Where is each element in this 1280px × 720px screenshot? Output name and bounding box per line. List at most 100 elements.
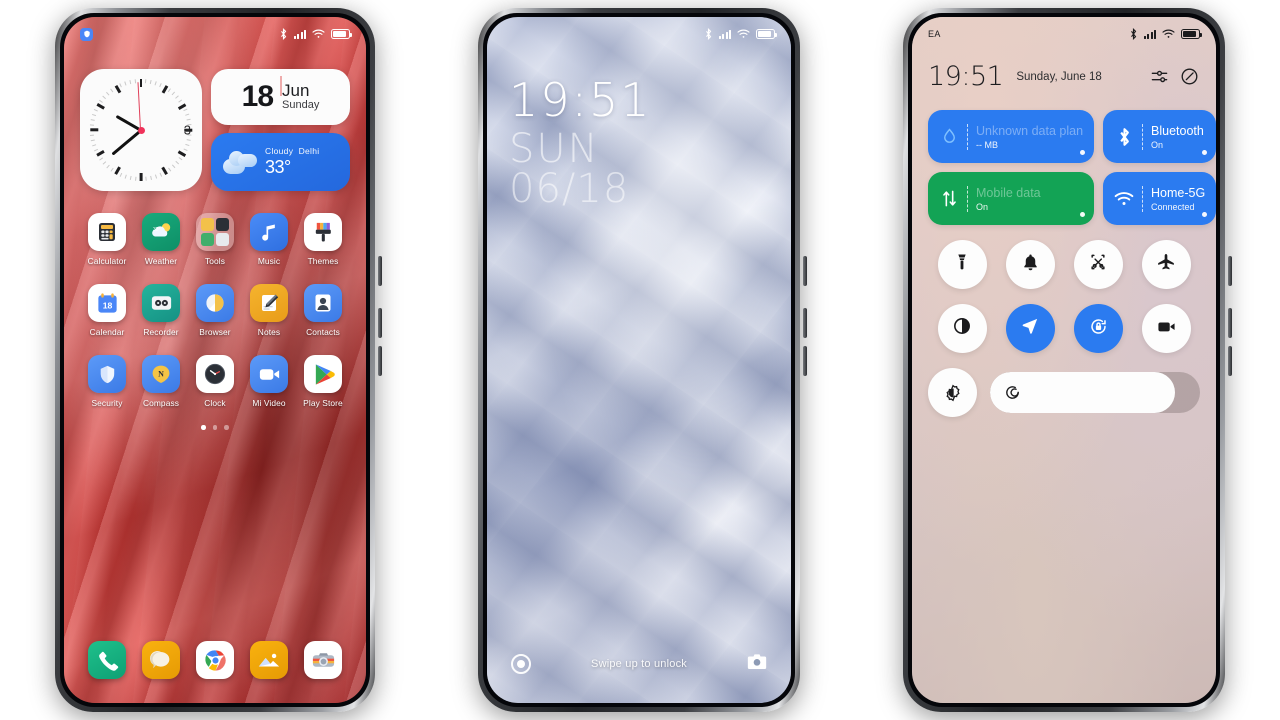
- app-notes[interactable]: Notes: [242, 284, 296, 337]
- page-indicator-dots[interactable]: [80, 425, 350, 430]
- home-widgets: 3 18 Jun Sunday Cloudy Delhi 33°: [80, 69, 350, 191]
- power-button[interactable]: [803, 256, 807, 286]
- compass-icon: N: [142, 355, 180, 393]
- app-play-store[interactable]: Play Store: [296, 355, 350, 408]
- volume-down-button[interactable]: [1228, 346, 1232, 376]
- app-compass[interactable]: N Compass: [134, 355, 188, 408]
- power-button[interactable]: [1228, 256, 1232, 286]
- bluetooth-tile[interactable]: Bluetooth On: [1103, 110, 1216, 163]
- lock-date: 06/18: [509, 166, 630, 212]
- svg-text:18: 18: [102, 300, 112, 310]
- brightness-ring-icon: [1003, 384, 1021, 402]
- mobile-data-tile[interactable]: Mobile data On: [928, 172, 1095, 225]
- app-calculator[interactable]: Calculator: [80, 213, 134, 266]
- security-shield-icon: [80, 27, 93, 41]
- app-security[interactable]: Security: [80, 355, 134, 408]
- three-phone-showcase: 3 18 Jun Sunday Cloudy Delhi 33° Calcula…: [0, 0, 1280, 720]
- app-label: Recorder: [143, 327, 179, 337]
- contacts-person-icon: [304, 284, 342, 322]
- page-dot-2[interactable]: [212, 425, 218, 430]
- tile-divider: [1142, 185, 1144, 212]
- app-label: Security: [91, 398, 123, 408]
- calendar-icon: 18: [88, 284, 126, 322]
- page-dot-1[interactable]: [201, 425, 206, 430]
- screenshot-scissors-icon: [1088, 252, 1108, 277]
- date-widget[interactable]: 18 Jun Sunday: [211, 69, 350, 125]
- svg-text:33°: 33°: [153, 227, 161, 233]
- app-grid: Calculator 33° Weather Tools Music Themes 18 Ca…: [80, 213, 350, 408]
- weather-icon: 33°: [142, 213, 180, 251]
- wifi-tile[interactable]: Home-5G Connected: [1103, 172, 1216, 225]
- app-label: Notes: [257, 327, 281, 337]
- dark-mode-toggle[interactable]: [937, 304, 987, 353]
- volume-down-button[interactable]: [803, 346, 807, 376]
- tile-title: Home-5G: [1151, 185, 1206, 200]
- data-usage-tile[interactable]: Unknown data plan -- MB: [928, 110, 1095, 163]
- app-clock[interactable]: Clock: [188, 355, 242, 408]
- airplane-mode-toggle[interactable]: [1141, 240, 1191, 289]
- carrier-label: EA: [928, 29, 941, 39]
- app-contacts[interactable]: Contacts: [296, 284, 350, 337]
- weather-widget[interactable]: Cloudy Delhi 33°: [211, 133, 350, 191]
- analog-clock-widget[interactable]: 3: [80, 69, 202, 191]
- app-recorder[interactable]: Recorder: [134, 284, 188, 337]
- phone-control-center: EA 19:51 Sunday, June 18 Unknown data pl…: [903, 8, 1232, 712]
- cc-brightness-row: [928, 368, 1200, 417]
- app-music[interactable]: Music: [242, 213, 296, 266]
- lock-swipe-hint: Swipe up to unlock: [591, 658, 687, 670]
- lock-status-bar: [487, 17, 791, 51]
- app-weather[interactable]: 33° Weather: [134, 213, 188, 266]
- volume-up-button[interactable]: [378, 308, 382, 338]
- bell-icon: [1021, 252, 1040, 277]
- clock-hour-label: 3: [183, 122, 191, 138]
- security-shield-icon: [88, 355, 126, 393]
- app-label: Compass: [142, 398, 180, 408]
- brightness-auto-icon[interactable]: [928, 368, 977, 417]
- tile-divider: [967, 123, 968, 150]
- app-label: Play Store: [303, 398, 343, 408]
- power-button[interactable]: [378, 256, 382, 286]
- auto-rotate-toggle[interactable]: [1073, 304, 1123, 353]
- screen-recorder-toggle[interactable]: [1141, 304, 1191, 353]
- tile-divider: [1142, 123, 1144, 150]
- volume-down-button[interactable]: [378, 346, 382, 376]
- tile-subtitle: -- MB: [976, 139, 998, 150]
- settings-sliders-icon[interactable]: [1148, 66, 1170, 88]
- location-toggle[interactable]: [1005, 304, 1055, 353]
- tools-folder-icon: [196, 213, 234, 251]
- date-day-number: 18: [241, 80, 274, 113]
- tile-subtitle: On: [1151, 139, 1164, 150]
- camera-icon[interactable]: [747, 653, 767, 675]
- brightness-slider[interactable]: [990, 372, 1200, 413]
- screenshot-toggle[interactable]: [1073, 240, 1123, 289]
- app-themes[interactable]: Themes: [296, 213, 350, 266]
- bluetooth-icon: [704, 28, 713, 40]
- bluetooth-icon: [279, 28, 288, 40]
- tile-title: Mobile data: [976, 185, 1041, 200]
- flashlight-toggle[interactable]: [937, 240, 987, 289]
- signal-bars-icon: [719, 29, 731, 39]
- signal-bars-icon: [294, 29, 306, 39]
- video-camera-icon: [250, 355, 288, 393]
- app-browser[interactable]: Browser: [188, 284, 242, 337]
- edit-toggles-icon[interactable]: [1178, 66, 1200, 88]
- rotation-lock-icon: [1088, 316, 1109, 342]
- app-tools[interactable]: Tools: [188, 213, 242, 266]
- volume-up-button[interactable]: [1228, 308, 1232, 338]
- app-label: Mi Video: [252, 398, 286, 408]
- cc-header: 19:51 Sunday, June 18: [928, 61, 1200, 92]
- app-mi-video[interactable]: Mi Video: [242, 355, 296, 408]
- cc-tiles: Unknown data plan -- MB Bluetooth On Mobile …: [928, 110, 1216, 225]
- volume-up-button[interactable]: [803, 308, 807, 338]
- page-dot-3[interactable]: [224, 425, 229, 430]
- tile-divider: [967, 185, 968, 212]
- silent-toggle[interactable]: [1005, 240, 1055, 289]
- app-calendar[interactable]: 18 Calendar: [80, 284, 134, 337]
- tile-subtitle: On: [976, 201, 989, 212]
- flashlight-circle-icon[interactable]: [511, 654, 531, 674]
- data-arrows-icon: [939, 189, 959, 209]
- tile-status-dot: [1202, 150, 1208, 155]
- svg-text:N: N: [158, 370, 164, 379]
- battery-icon: [756, 29, 777, 39]
- video-camera-icon: [1156, 318, 1177, 340]
